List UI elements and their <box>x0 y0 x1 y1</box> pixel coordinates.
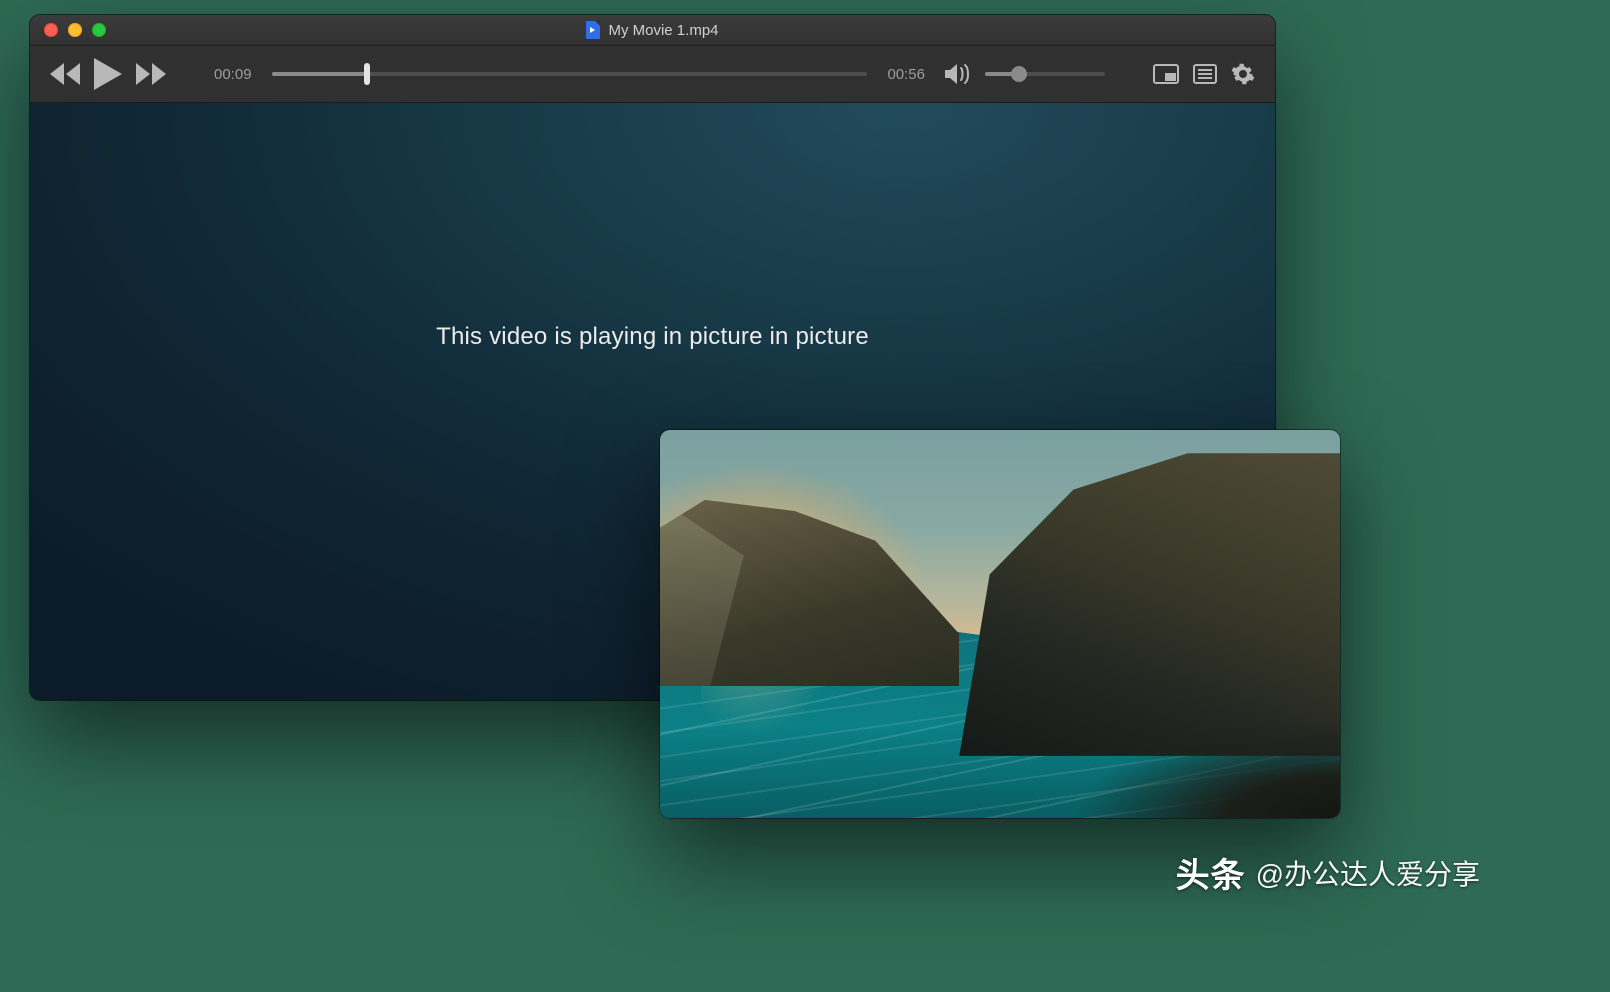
rewind-button[interactable] <box>50 63 80 85</box>
play-button[interactable] <box>94 58 122 90</box>
video-file-icon <box>586 21 600 39</box>
seek-fill <box>272 72 367 76</box>
window-titlebar: My Movie 1.mp4 <box>30 15 1275 46</box>
settings-button[interactable] <box>1231 62 1255 86</box>
current-time-label: 00:09 <box>214 66 252 83</box>
seek-thumb[interactable] <box>364 63 370 85</box>
window-controls <box>30 23 106 37</box>
watermark-brand: 头条 <box>1176 848 1246 897</box>
volume-thumb[interactable] <box>1011 66 1027 82</box>
volume-slider[interactable] <box>985 72 1105 76</box>
rewind-icon <box>50 63 80 85</box>
picture-in-picture-icon <box>1153 64 1179 84</box>
volume-button[interactable] <box>945 63 971 85</box>
gear-icon <box>1231 62 1255 86</box>
window-title-group: My Movie 1.mp4 <box>30 21 1275 39</box>
total-time-label: 00:56 <box>887 66 925 83</box>
playlist-button[interactable] <box>1193 64 1217 84</box>
playlist-icon <box>1193 64 1217 84</box>
window-title: My Movie 1.mp4 <box>608 22 718 39</box>
player-controls-bar: 00:09 00:56 <box>30 46 1275 103</box>
watermark-handle: @办公达人爱分享 <box>1256 853 1480 893</box>
pip-floating-window[interactable] <box>660 430 1340 818</box>
source-watermark: 头条 @办公达人爱分享 <box>1176 848 1480 897</box>
seek-slider[interactable] <box>272 72 868 76</box>
volume-icon <box>945 63 971 85</box>
fast-forward-icon <box>136 63 166 85</box>
picture-in-picture-button[interactable] <box>1153 64 1179 84</box>
close-window-button[interactable] <box>44 23 58 37</box>
play-icon <box>94 58 122 90</box>
zoom-window-button[interactable] <box>92 23 106 37</box>
pip-video-content <box>660 430 1340 818</box>
fast-forward-button[interactable] <box>136 63 166 85</box>
minimize-window-button[interactable] <box>68 23 82 37</box>
pip-status-message: This video is playing in picture in pict… <box>436 323 869 351</box>
